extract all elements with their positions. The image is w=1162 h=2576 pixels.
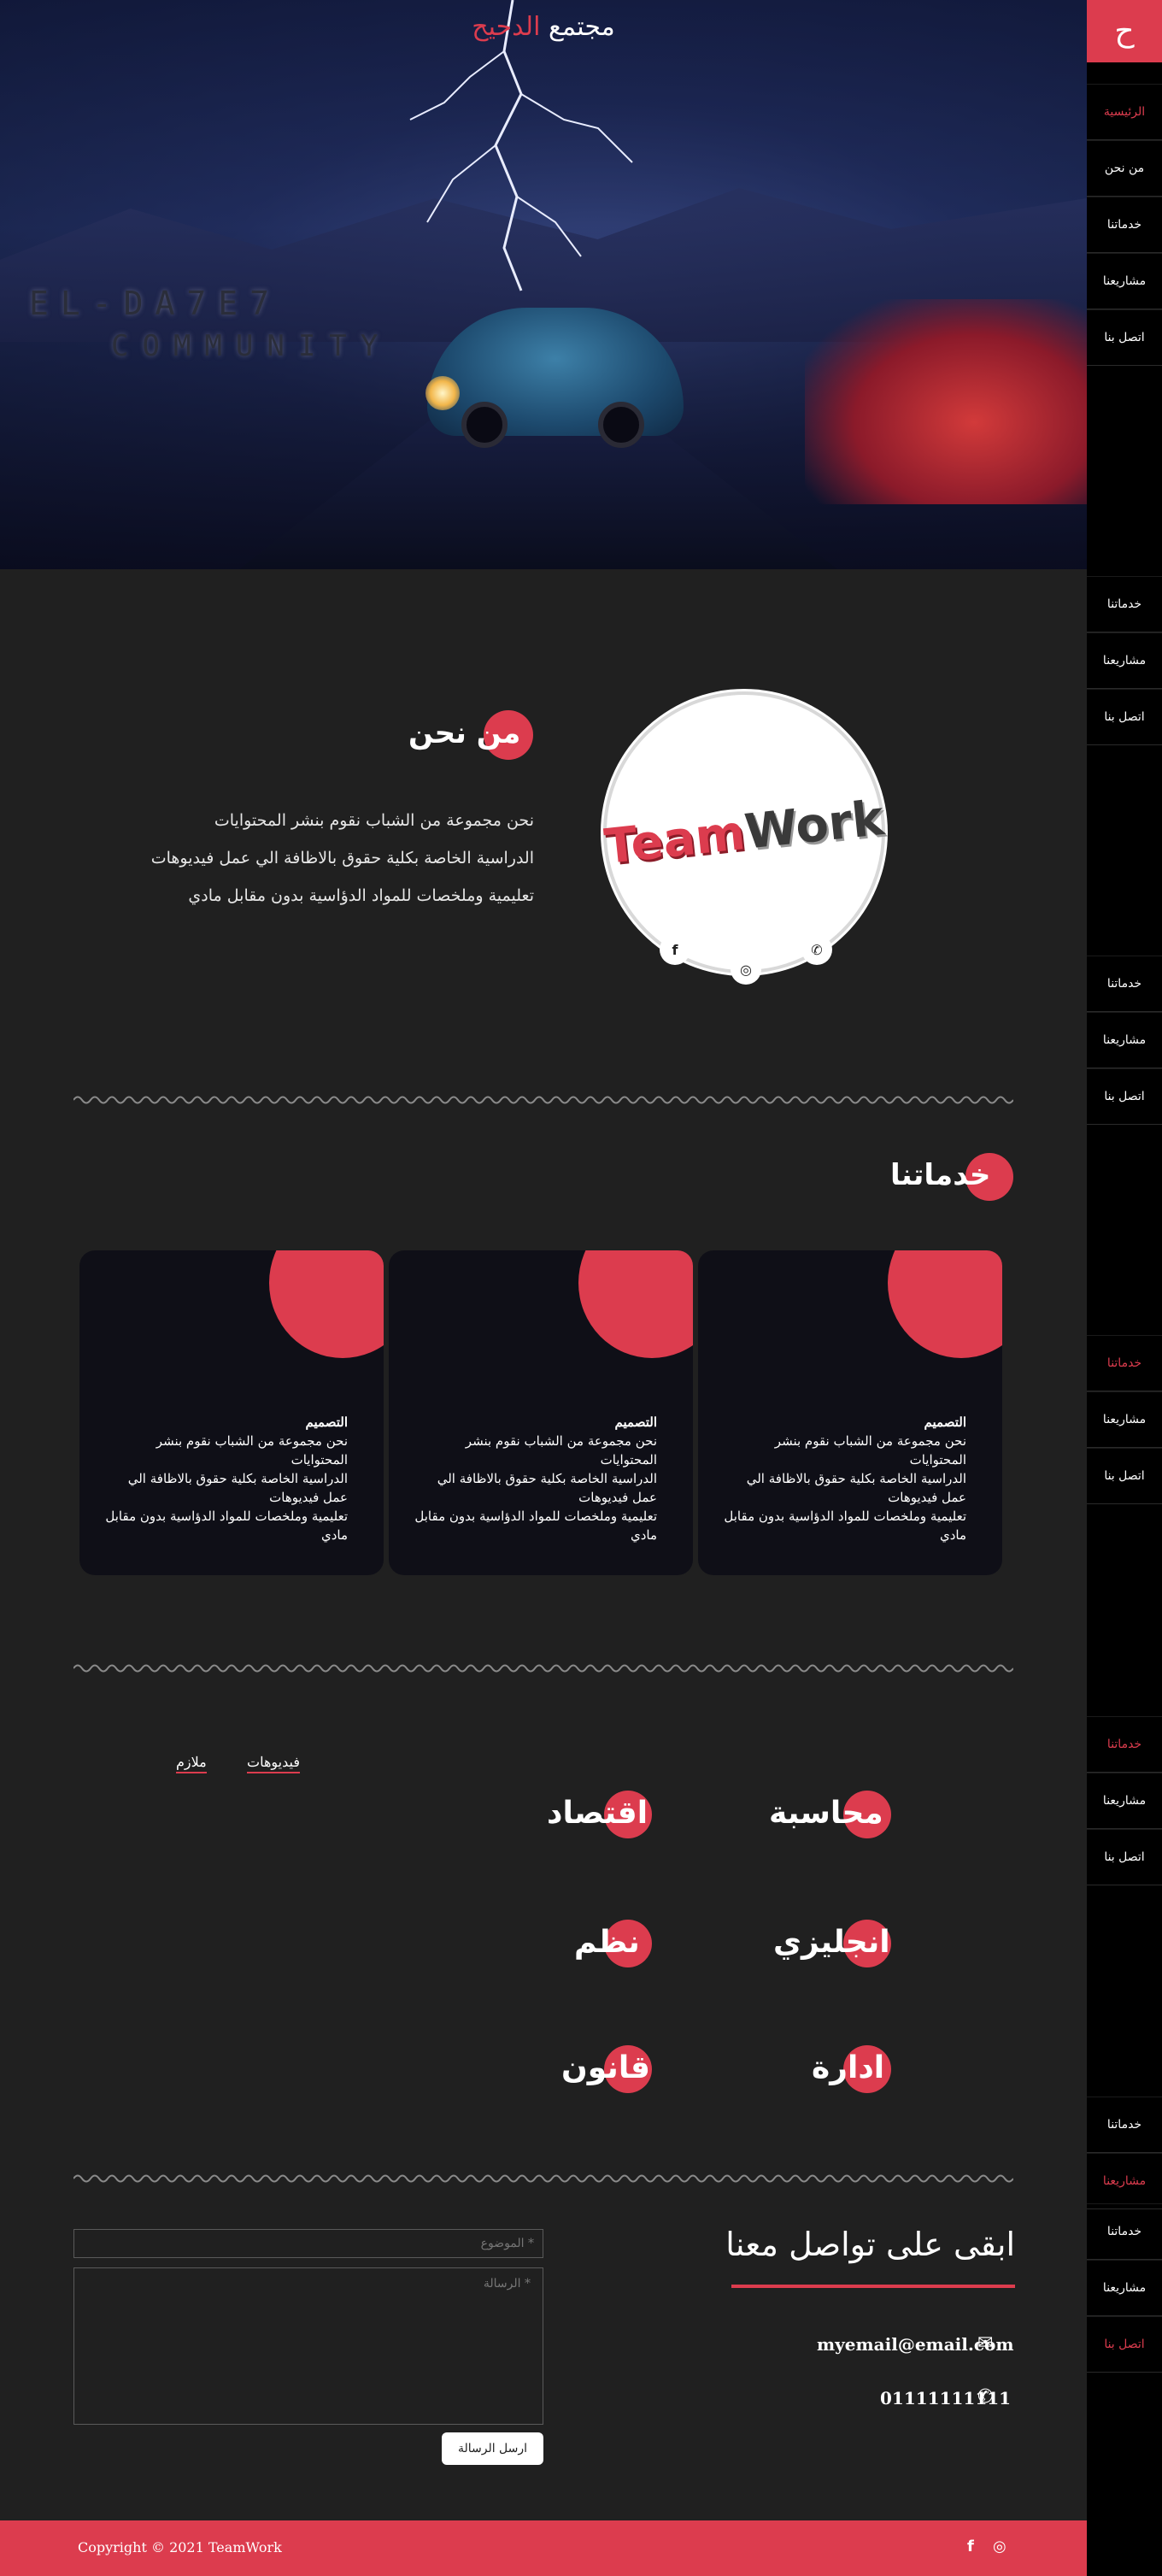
contact-heading-underline <box>731 2285 1015 2288</box>
card-accent-shape <box>269 1250 384 1358</box>
footer: Copyright © 2021 TeamWork f ◎ <box>0 2520 1087 2576</box>
service-card-line: تعليمية وملخصات للمواد الدؤاسية بدون مقا… <box>414 1509 657 1543</box>
teamwork-logo-text: TeamWork <box>602 791 887 875</box>
about-text: نحن مجموعة من الشباب نقوم بنشر المحتوايا… <box>107 802 534 915</box>
whatsapp-icon[interactable]: ✆ <box>801 934 832 965</box>
car-headlight <box>425 376 460 410</box>
hero-image-text-line1: EL-DA7E7 <box>29 285 282 322</box>
sidebar-item-projects[interactable]: مشاريعنا <box>1087 253 1162 309</box>
service-card-title: التصميم <box>924 1414 966 1430</box>
section-divider <box>73 2174 1013 2183</box>
subject-english[interactable]: انجليزي <box>773 1925 890 1960</box>
site-title: مجتمع الدحيح <box>0 12 1087 42</box>
service-card-body: التصميم نحن مجموعة من الشباب نقوم بنشر ا… <box>100 1413 348 1544</box>
message-textarea[interactable] <box>73 2267 543 2425</box>
sidebar-item-services[interactable]: خدماتنا <box>1087 1335 1162 1391</box>
sidebar-item-services[interactable]: خدماتنا <box>1087 956 1162 1012</box>
subject-systems[interactable]: نظم <box>574 1925 640 1960</box>
services-heading: خدماتنا <box>890 1158 991 1192</box>
about-line-1: نحن مجموعة من الشباب نقوم بنشر المحتوايا… <box>214 811 534 830</box>
hero-banner: EL-DA7E7 COMMUNITY مجتمع الدحيح <box>0 0 1087 569</box>
envelope-icon: ✉ <box>977 2332 994 2354</box>
section-divider <box>73 1664 1013 1673</box>
sidebar-item-contact[interactable]: اتصل بنا <box>1087 1068 1162 1125</box>
facebook-icon[interactable]: f <box>660 934 690 965</box>
about-heading: من نحن <box>408 716 521 750</box>
sidebar-nav: ح الرئيسية من نحن خدماتنا مشاريعنا اتصل … <box>1087 0 1162 2576</box>
sidebar-item-projects[interactable]: مشاريعنا <box>1087 632 1162 689</box>
service-card-line: نحن مجموعة من الشباب نقوم بنشر المحتوايا… <box>156 1433 348 1467</box>
sidebar-item-services[interactable]: خدماتنا <box>1087 2203 1162 2260</box>
sidebar-item-projects[interactable]: مشاريعنا <box>1087 1391 1162 1448</box>
copyright-text: Copyright © 2021 TeamWork <box>78 2539 282 2555</box>
sidebar-item-contact[interactable]: اتصل بنا <box>1087 1448 1162 1504</box>
sidebar-item-services[interactable]: خدماتنا <box>1087 576 1162 632</box>
hero-image-text-line2: COMMUNITY <box>111 329 392 363</box>
sidebar-item-contact[interactable]: اتصل بنا <box>1087 2316 1162 2373</box>
site-logo[interactable]: ح <box>1087 0 1162 62</box>
about-line-2: الدراسية الخاصة بكلية حقوق بالاظافة الي … <box>150 849 534 867</box>
lightning-bolt <box>409 0 633 291</box>
contact-heading: ابقى على تواصل معنا <box>725 2226 1015 2263</box>
sidebar-item-services[interactable]: خدماتنا <box>1087 197 1162 253</box>
send-message-button[interactable]: ارسل الرسالة <box>442 2432 543 2465</box>
tab-videos[interactable]: فيديوهات <box>247 1754 300 1773</box>
service-card-line: تعليمية وملخصات للمواد الدؤاسية بدون مقا… <box>105 1509 348 1543</box>
service-card-line: الدراسية الخاصة بكلية حقوق بالاظافة الي … <box>127 1471 348 1505</box>
sidebar-item-projects[interactable]: مشاريعنا <box>1087 2260 1162 2316</box>
sidebar-item-services[interactable]: خدماتنا <box>1087 2097 1162 2153</box>
card-accent-shape <box>578 1250 693 1358</box>
facebook-icon[interactable]: f <box>967 2538 974 2555</box>
instagram-icon[interactable]: ◎ <box>993 2538 1006 2555</box>
service-card-body: التصميم نحن مجموعة من الشباب نقوم بنشر ا… <box>719 1413 966 1544</box>
instagram-icon[interactable]: ◎ <box>731 954 761 985</box>
service-card-title: التصميم <box>614 1414 657 1430</box>
phone-icon: ✆ <box>977 2386 994 2408</box>
sidebar-item-about[interactable]: من نحن <box>1087 140 1162 197</box>
subject-economics[interactable]: اقتصاد <box>547 1796 648 1831</box>
service-card-line: نحن مجموعة من الشباب نقوم بنشر المحتوايا… <box>774 1433 966 1467</box>
service-card: التصميم نحن مجموعة من الشباب نقوم بنشر ا… <box>79 1250 384 1575</box>
service-card-line: تعليمية وملخصات للمواد الدؤاسية بدون مقا… <box>724 1509 966 1543</box>
site-title-highlight: الدحيح <box>472 12 541 42</box>
sidebar-item-contact[interactable]: اتصل بنا <box>1087 309 1162 366</box>
service-card-title: التصميم <box>305 1414 348 1430</box>
sidebar-item-projects[interactable]: مشاريعنا <box>1087 2153 1162 2209</box>
logo-work-word: Work <box>742 790 887 861</box>
service-card-line: الدراسية الخاصة بكلية حقوق بالاظافة الي … <box>746 1471 966 1505</box>
sidebar-item-home[interactable]: الرئيسية <box>1087 84 1162 140</box>
car-wheel-right <box>598 402 644 448</box>
site-title-prefix: مجتمع <box>548 12 615 42</box>
section-divider <box>73 1096 1013 1104</box>
service-card: التصميم نحن مجموعة من الشباب نقوم بنشر ا… <box>698 1250 1002 1575</box>
sidebar-item-services[interactable]: خدماتنا <box>1087 1716 1162 1773</box>
subject-input[interactable] <box>73 2229 543 2258</box>
sidebar-item-projects[interactable]: مشاريعنا <box>1087 1773 1162 1829</box>
subject-accounting[interactable]: محاسبة <box>769 1796 883 1831</box>
car-wheel-left <box>461 402 508 448</box>
service-card-body: التصميم نحن مجموعة من الشباب نقوم بنشر ا… <box>409 1413 657 1544</box>
teamwork-logo: TeamWork <box>602 691 887 973</box>
about-line-3: تعليمية وملخصات للمواد الدؤاسية بدون مقا… <box>188 886 534 905</box>
logo-team-word: Team <box>602 804 748 875</box>
service-card: التصميم نحن مجموعة من الشباب نقوم بنشر ا… <box>389 1250 693 1575</box>
service-card-line: الدراسية الخاصة بكلية حقوق بالاظافة الي … <box>437 1471 657 1505</box>
tab-booklets[interactable]: ملازم <box>176 1754 207 1773</box>
card-accent-shape <box>888 1250 1002 1358</box>
sidebar-item-contact[interactable]: اتصل بنا <box>1087 689 1162 745</box>
service-card-line: نحن مجموعة من الشباب نقوم بنشر المحتوايا… <box>465 1433 657 1467</box>
sidebar-item-projects[interactable]: مشاريعنا <box>1087 1012 1162 1068</box>
hero-fire-field <box>805 299 1087 504</box>
subject-management[interactable]: ادارة <box>812 2050 884 2085</box>
sidebar-item-contact[interactable]: اتصل بنا <box>1087 1829 1162 1885</box>
subject-law[interactable]: قانون <box>561 2050 650 2085</box>
